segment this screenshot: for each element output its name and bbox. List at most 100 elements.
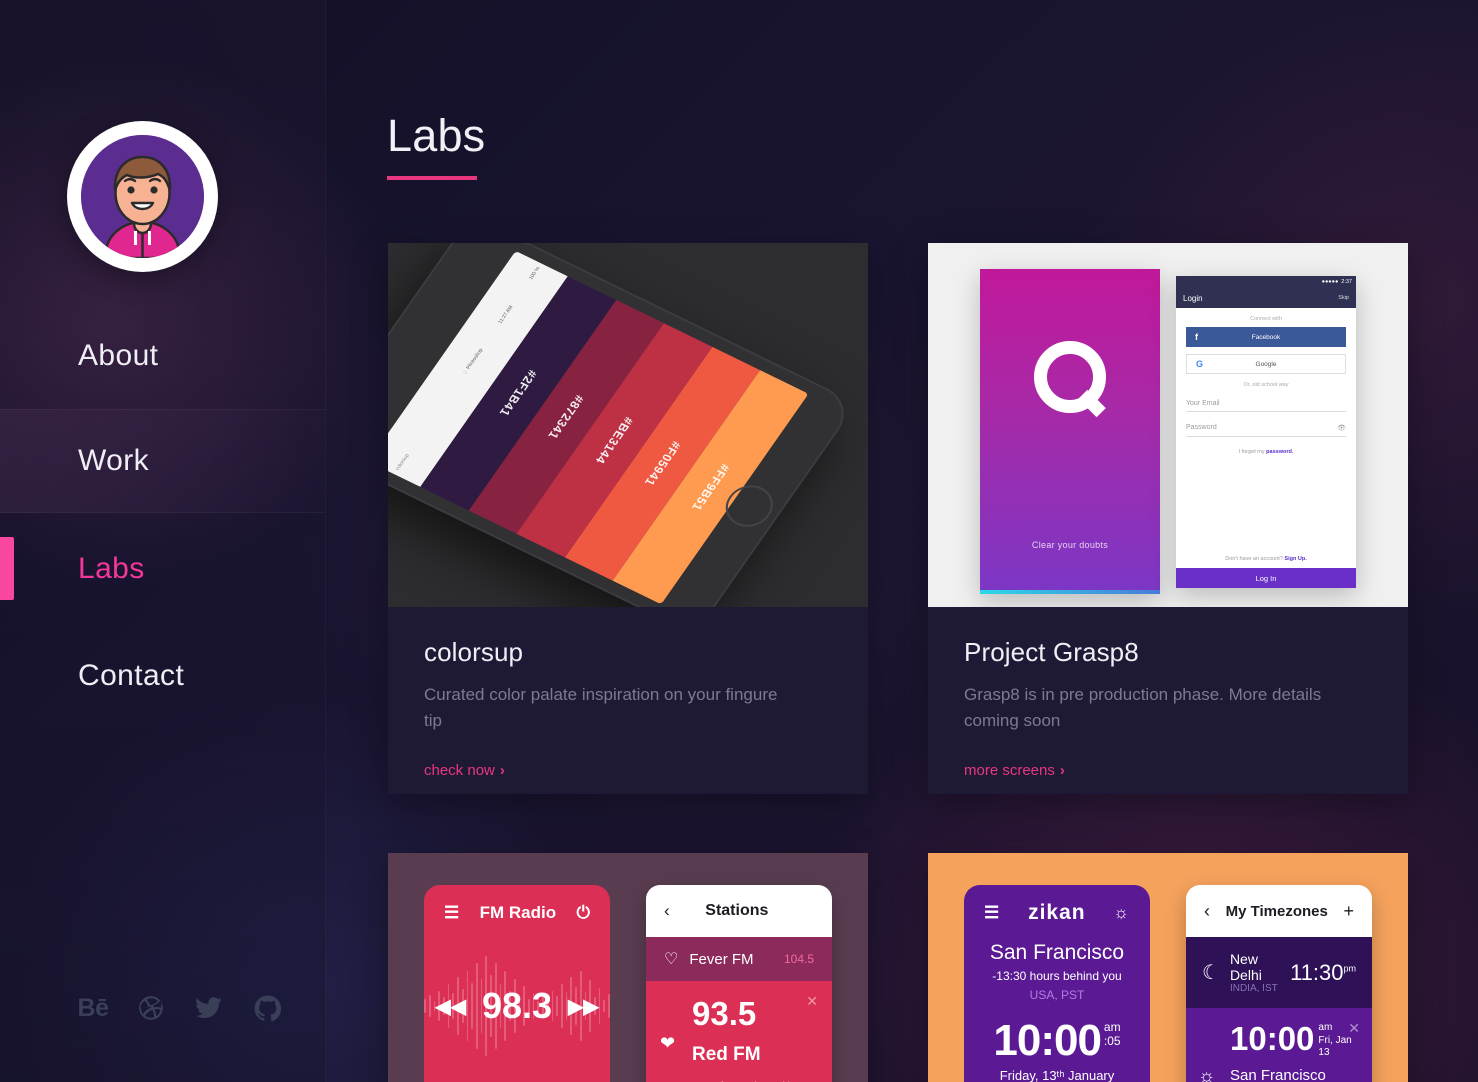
sidebar-item-contact[interactable]: Contact [0, 624, 326, 728]
card-link-label: more screens [964, 762, 1055, 779]
clock-seconds: :05 [1103, 1034, 1121, 1049]
zikan-zone: USA, PST [1029, 988, 1085, 1002]
timezone-list-item[interactable]: ☼ ✕ 10:00 am Fri, Jan 13 San Francisco U… [1186, 1008, 1372, 1082]
clock-meridiem: am [1103, 1020, 1121, 1034]
card-description: Curated color palate inspiration on your… [424, 685, 778, 730]
forgot-password-link[interactable]: password. [1266, 449, 1293, 455]
app-name-label: colorsup [394, 453, 411, 472]
github-icon[interactable] [252, 993, 282, 1023]
sidebar-item-labs[interactable]: Labs [0, 517, 326, 621]
zikan-app: ☰ zikan ☼ San Francisco -13:30 hours beh… [964, 885, 1150, 1082]
signup-row: Don't have an account? Sign Up. [1176, 556, 1356, 562]
sidebar-item-label: Contact [78, 659, 185, 692]
behance-icon[interactable]: Bē [78, 993, 109, 1023]
skip-button[interactable]: Skip [1338, 295, 1349, 301]
google-login-button[interactable]: G Google [1186, 354, 1346, 374]
timezones-panel: ‹ My Timezones + ☾ New Delhi INDIA, IST … [1186, 885, 1372, 1082]
dribbble-glyph [139, 996, 163, 1020]
twitter-icon[interactable] [194, 993, 224, 1023]
forgot-password-row: I forget my password. [1176, 449, 1356, 455]
facebook-label: Facebook [1251, 333, 1281, 341]
heart-outline-icon[interactable]: ♡ [664, 949, 678, 969]
card-link-label: check now [424, 762, 495, 779]
sidebar-item-label: Work [78, 444, 150, 477]
github-glyph [254, 995, 281, 1021]
card-description: Grasp8 is in pre production phase. More … [964, 685, 1322, 730]
zikan-topbar: ☰ zikan ☼ [964, 885, 1150, 941]
chevron-right-icon: › [499, 762, 505, 779]
station-list-item[interactable]: ♡ Fever FM 104.5 [646, 937, 832, 981]
old-school-label: Or, old school way [1243, 382, 1289, 388]
eye-icon[interactable]: 👁 [1337, 424, 1346, 432]
sidebar-item-about[interactable]: About [0, 304, 326, 408]
grasp8-preview: Clear your doubts ●●●●● 2:37 Login Skip … [928, 243, 1408, 607]
prev-icon[interactable]: ◀◀ [435, 994, 466, 1019]
time-date: Fri, Jan 13 [1318, 1034, 1352, 1059]
plus-icon[interactable]: + [1343, 901, 1354, 922]
phone-mockup: Photoshop 11:27 AM 100 % colorsup ♡ #2F1… [388, 243, 858, 607]
portfolio-page: About Work Labs Contact Bē Labs Photosho… [0, 0, 1478, 1082]
timezone-zone: INDIA, IST [1229, 983, 1278, 994]
timezone-city: San Francisco [1230, 1066, 1326, 1082]
facebook-login-button[interactable]: f Facebook [1186, 327, 1346, 347]
timezone-time: 10:00 [1230, 1020, 1315, 1057]
card-body: colorsup Curated color palate inspiratio… [388, 607, 868, 780]
station-name: Red FM [692, 1044, 761, 1065]
zikan-offset: -13:30 hours behind you [992, 969, 1122, 983]
signup-link[interactable]: Sign Up. [1284, 556, 1306, 562]
avatar[interactable] [67, 121, 218, 272]
close-icon[interactable]: ✕ [1348, 1020, 1360, 1037]
power-icon[interactable]: ⏻ [577, 903, 590, 923]
back-icon[interactable]: ‹ [664, 901, 670, 921]
card-title: Project Grasp8 [964, 637, 1139, 667]
sun-icon[interactable]: ☼ [1113, 903, 1130, 923]
zikan-city: San Francisco [989, 941, 1125, 964]
timezone-city: New Delhi [1229, 951, 1262, 983]
status-icons: ●●●●● [1321, 279, 1339, 285]
chevron-right-icon: › [1059, 762, 1065, 779]
radio-waveform: ◀◀ 98.3 ▶▶ [424, 941, 610, 1071]
email-field[interactable]: Your Email [1186, 400, 1346, 412]
timezones-header: ‹ My Timezones + [1186, 885, 1372, 937]
search-icon [1034, 340, 1106, 413]
heart-icon[interactable]: ♡ [462, 368, 471, 376]
project-card-colorsup[interactable]: Photoshop 11:27 AM 100 % colorsup ♡ #2F1… [388, 243, 868, 794]
more-screens-link[interactable]: more screens › [964, 762, 1065, 779]
close-icon[interactable]: ✕ [806, 993, 818, 1010]
google-label: Google [1255, 360, 1277, 368]
status-time: 11:27 AM [497, 304, 515, 325]
google-icon: G [1196, 359, 1204, 369]
fm-radio-app: ☰ FM Radio ⏻ ◀◀ 98.3 ▶▶ Red FM Nescafe M… [424, 885, 610, 1082]
moon-icon: ☾ [1202, 962, 1220, 984]
android-status-bar: ●●●●● 2:37 [1176, 276, 1356, 288]
check-now-link[interactable]: check now › [424, 762, 505, 779]
forgot-prefix: I forget my [1238, 449, 1267, 455]
station-list-item[interactable]: ❤ ✕ 93.5 Red FM Nescafe Mornings with Ri… [646, 981, 832, 1082]
station-frequency: 93.5 [692, 995, 757, 1032]
avatar-face-icon [81, 135, 204, 258]
menu-icon[interactable]: ☰ [444, 903, 459, 923]
timezone-list-item[interactable]: ☾ New Delhi INDIA, IST 11:30pm [1186, 937, 1372, 1008]
project-card-grasp8[interactable]: Clear your doubts ●●●●● 2:37 Login Skip … [928, 243, 1408, 794]
grasp8-login-screen: ●●●●● 2:37 Login Skip Connect with f Fac… [1176, 276, 1356, 588]
email-placeholder: Your Email [1186, 400, 1220, 407]
password-placeholder: Password [1186, 424, 1217, 431]
next-icon[interactable]: ▶▶ [568, 994, 599, 1019]
password-field[interactable]: Password 👁 [1186, 424, 1346, 437]
social-links: Bē [78, 993, 282, 1023]
sidebar-item-work[interactable]: Work [0, 409, 326, 513]
radio-topbar: ☰ FM Radio ⏻ [424, 885, 610, 941]
twitter-glyph [196, 997, 222, 1019]
heart-filled-icon[interactable]: ❤ [660, 1033, 675, 1054]
zikan-title: zikan [1028, 901, 1086, 924]
zikan-date: Friday, 13ᵗʰ January [999, 1067, 1115, 1082]
back-icon[interactable]: ‹ [1204, 901, 1210, 922]
login-button[interactable]: Log In [1176, 568, 1356, 588]
dribbble-icon[interactable] [136, 993, 166, 1023]
project-card-radio[interactable]: ☰ FM Radio ⏻ ◀◀ 98.3 ▶▶ Red FM Nescafe M… [388, 853, 868, 1082]
menu-icon[interactable]: ☰ [984, 903, 1000, 923]
zikan-clock: 10:00 am :05 [964, 1019, 1150, 1063]
card-body: Project Grasp8 Grasp8 is in pre producti… [928, 607, 1408, 780]
stations-panel: ‹ Stations ♡ Fever FM 104.5 ❤ ✕ 93.5 Red… [646, 885, 832, 1082]
project-card-zikan[interactable]: ☰ zikan ☼ San Francisco -13:30 hours beh… [928, 853, 1408, 1082]
